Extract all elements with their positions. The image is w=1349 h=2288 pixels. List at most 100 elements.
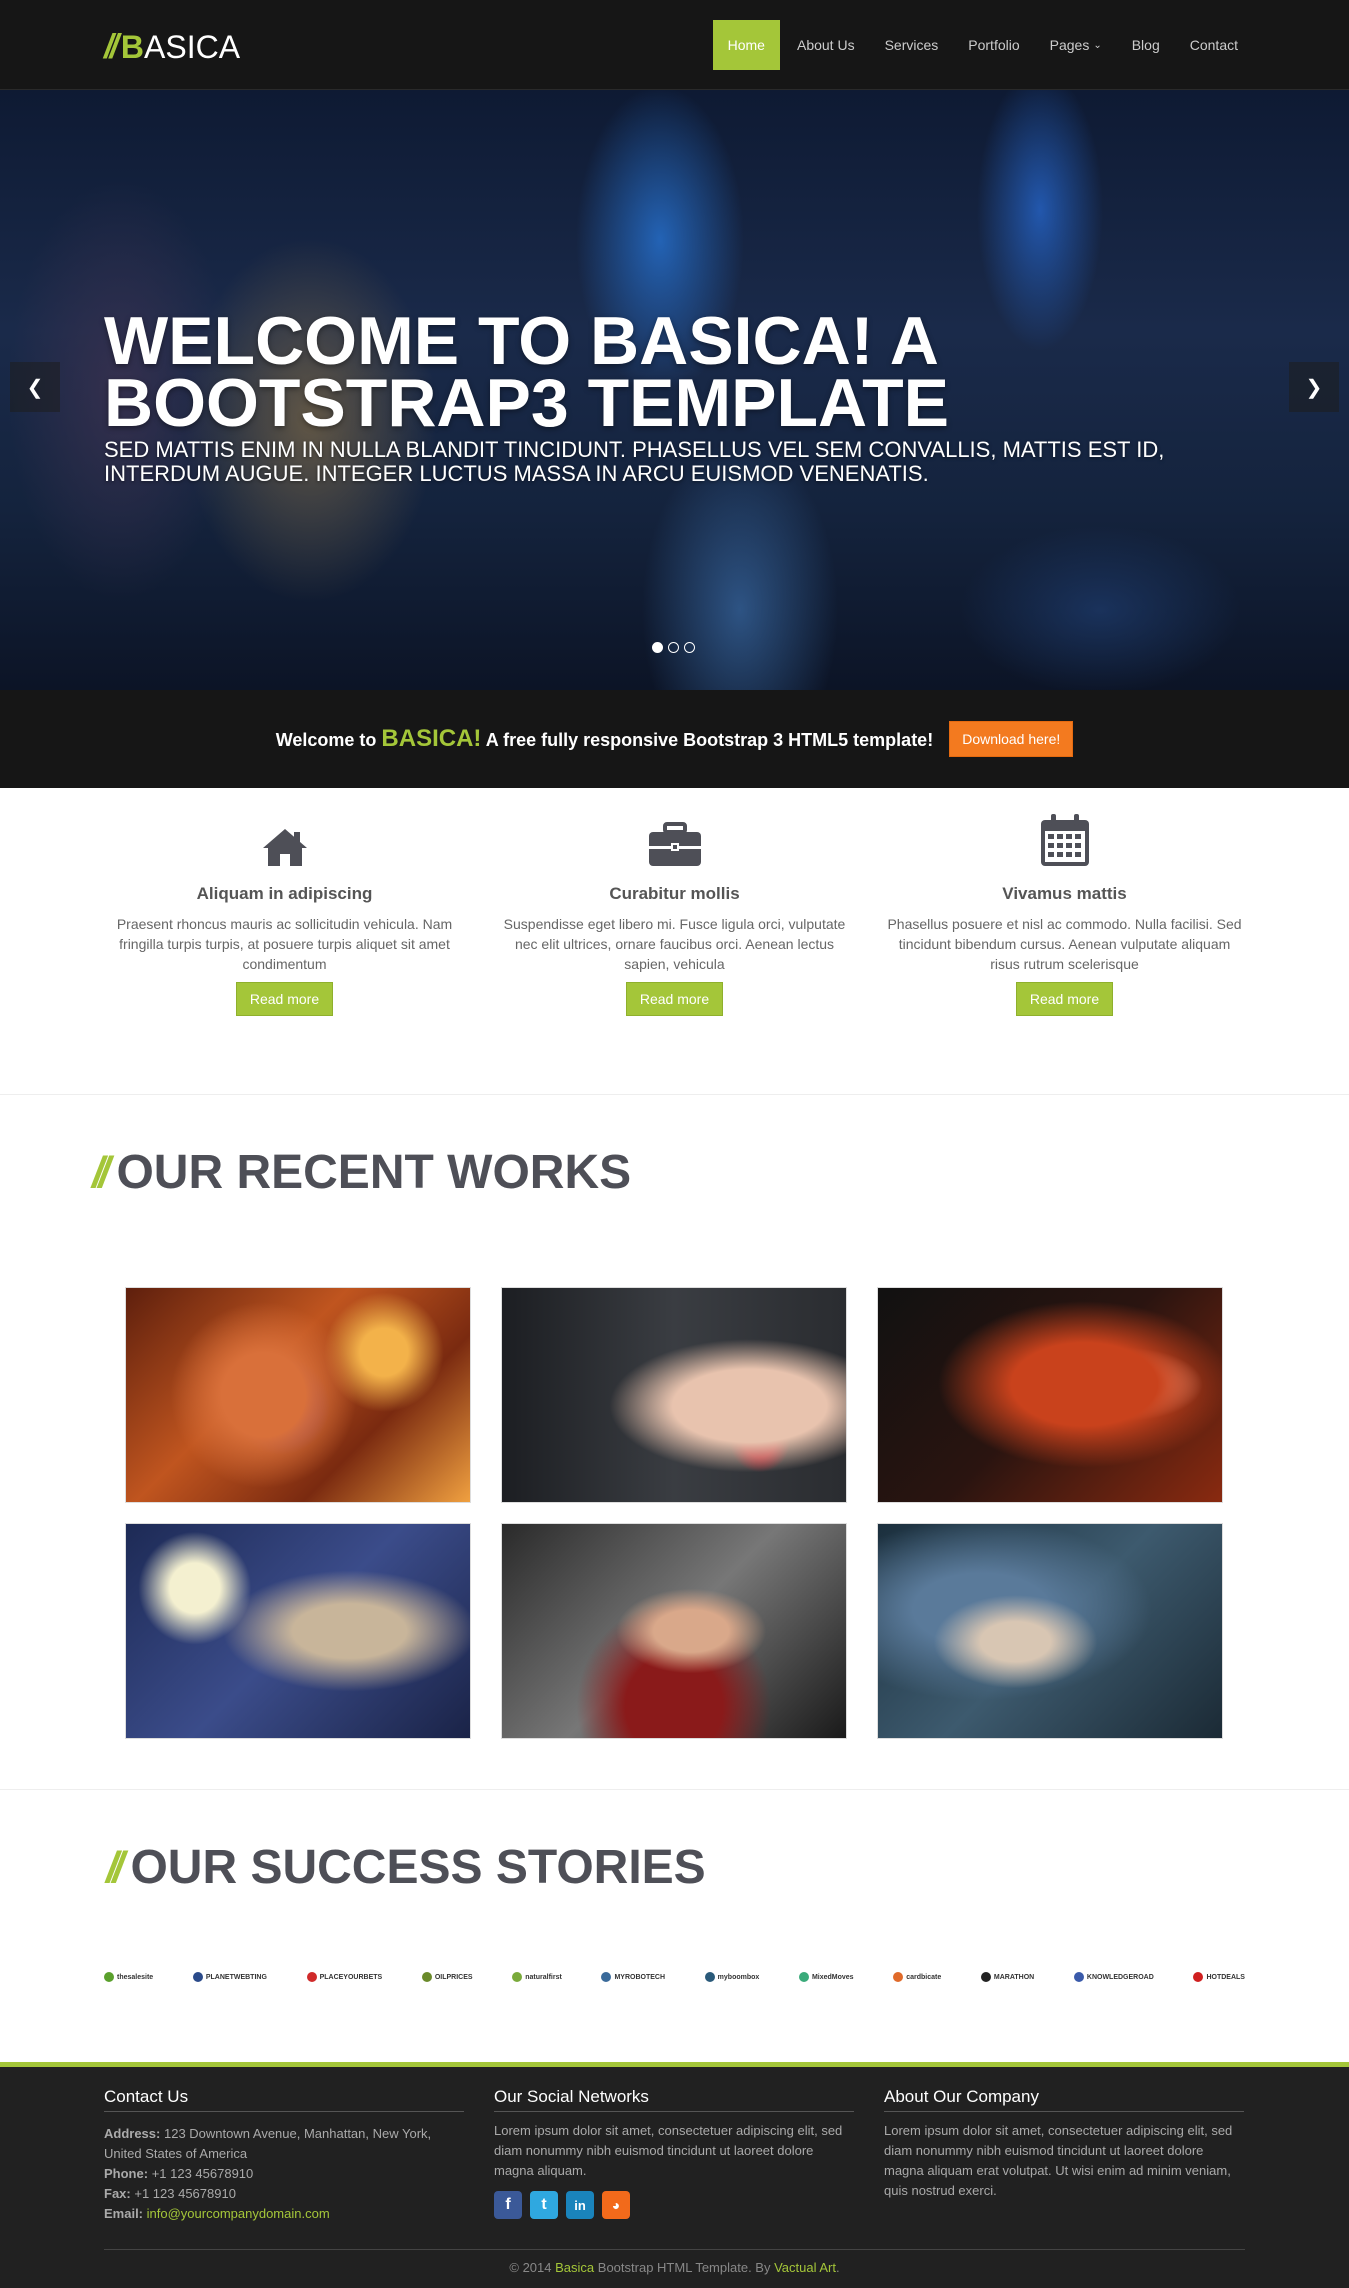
section-heading: // OUR RECENT WORKS (92, 1145, 631, 1200)
linkedin-icon[interactable]: in (566, 2191, 594, 2219)
home-icon (90, 818, 480, 868)
nav-home[interactable]: Home (712, 20, 780, 70)
footer-social: Our Social Networks Lorem ipsum dolor si… (494, 2087, 854, 2219)
feature-text: Suspendisse eget libero mi. Fusce ligula… (503, 916, 846, 972)
feature-text: Praesent rhoncus mauris ac sollicitudin … (116, 916, 453, 972)
success-stories-title: OUR SUCCESS STORIES (130, 1841, 706, 1894)
client-logo[interactable]: thesalesite (104, 1972, 153, 1982)
feature-title: Vivamus mattis (1002, 884, 1127, 903)
feature-title: Aliquam in adipiscing (196, 884, 373, 903)
social-icons: f t in ◕ (494, 2191, 854, 2219)
portfolio-item[interactable] (125, 1523, 471, 1739)
logo-first-letter: B (120, 28, 145, 65)
client-logo[interactable]: MixedMoves (798, 1972, 854, 1982)
slider-next-button[interactable]: ❯ (1289, 362, 1339, 412)
client-logo[interactable]: HOTDEALS (1193, 1972, 1245, 1982)
contact-email: Email: info@yourcompanydomain.com (104, 2206, 330, 2221)
facebook-icon[interactable]: f (494, 2191, 522, 2219)
footer-contact: Contact Us Address: 123 Downtown Avenue,… (104, 2087, 464, 2224)
cta-brand: BASICA! (381, 725, 482, 752)
copyright: © 2014 Basica Bootstrap HTML Template. B… (104, 2249, 1245, 2275)
success-stories-section: // OUR SUCCESS STORIES thesalesite PLANE… (0, 1790, 1349, 2064)
footer-about: About Our Company Lorem ipsum dolor sit … (884, 2087, 1244, 2201)
briefcase-icon (480, 818, 870, 868)
slide-indicator-2[interactable] (668, 642, 679, 653)
chevron-down-icon: ⌄ (1093, 39, 1102, 51)
email-link[interactable]: info@yourcompanydomain.com (147, 2206, 330, 2221)
footer-about-text: Lorem ipsum dolor sit amet, consectetuer… (884, 2123, 1233, 2198)
recent-works-title: OUR RECENT WORKS (116, 1146, 632, 1199)
slide-indicator-1[interactable] (652, 642, 663, 653)
site-logo[interactable]: // B ASICA (104, 27, 241, 66)
hero-subtitle: Sed mattis enim in nulla blandit tincidu… (104, 437, 1165, 486)
cta-post: A free fully responsive Bootstrap 3 HTML… (485, 730, 934, 750)
client-logos: thesalesite PLANETWEBTING PLACEYOURBETS … (104, 1972, 1245, 1982)
copyright-author-link[interactable]: Vactual Art (774, 2260, 836, 2275)
contact-address: Address: 123 Downtown Avenue, Manhattan,… (104, 2126, 432, 2161)
portfolio-item[interactable] (501, 1287, 847, 1503)
slide-indicator-3[interactable] (684, 642, 695, 653)
client-logo[interactable]: PLANETWEBTING (192, 1972, 267, 1982)
client-logo[interactable]: cardbicate (893, 1972, 941, 1982)
hero-title: WELCOME TO BASICA! A BOOTSTRAP3 TEMPLATE (104, 303, 949, 441)
contact-fax: Fax: +1 123 45678910 (104, 2186, 236, 2201)
calendar-icon (870, 814, 1260, 868)
read-more-button[interactable]: Read more (235, 982, 334, 1016)
heading-mark: // (92, 1147, 111, 1197)
nav-pages[interactable]: Pages ⌄ (1035, 20, 1117, 70)
download-button[interactable]: Download here! (949, 721, 1074, 757)
logo-text: ASICA (144, 28, 241, 65)
feature-card: Vivamus mattis Phasellus posuere et nisl… (870, 814, 1260, 1094)
copyright-brand-link[interactable]: Basica (555, 2260, 594, 2275)
read-more-button[interactable]: Read more (625, 982, 724, 1016)
feature-text: Phasellus posuere et nisl ac commodo. Nu… (887, 916, 1242, 972)
nav-contact[interactable]: Contact (1175, 20, 1253, 70)
hero-slider: WELCOME TO BASICA! A BOOTSTRAP3 TEMPLATE… (0, 90, 1349, 690)
chevron-left-icon: ❮ (26, 376, 44, 399)
footer-about-title: About Our Company (884, 2087, 1244, 2112)
slider-indicators (652, 642, 695, 653)
logo-mark: // (104, 27, 119, 66)
read-more-button[interactable]: Read more (1015, 982, 1114, 1016)
contact-phone: Phone: +1 123 45678910 (104, 2166, 254, 2181)
nav-blog[interactable]: Blog (1117, 20, 1175, 70)
client-logo[interactable]: KNOWLEDGEROAD (1073, 1972, 1154, 1982)
nav-portfolio[interactable]: Portfolio (953, 20, 1034, 70)
client-logo[interactable]: myboombox (704, 1972, 759, 1982)
client-logo[interactable]: OILPRICES (421, 1972, 473, 1982)
nav-about-us[interactable]: About Us (782, 20, 870, 70)
twitter-icon[interactable]: t (530, 2191, 558, 2219)
site-footer: Contact Us Address: 123 Downtown Avenue,… (0, 2062, 1349, 2288)
feature-title: Curabitur mollis (609, 884, 740, 903)
portfolio-item[interactable] (877, 1523, 1223, 1739)
client-logo[interactable]: naturalfirst (512, 1972, 562, 1982)
nav-pages-label: Pages (1049, 37, 1090, 53)
portfolio-item[interactable] (125, 1287, 471, 1503)
chevron-right-icon: ❯ (1305, 376, 1323, 399)
top-navbar: // B ASICA Home About Us Services Portfo… (0, 0, 1349, 90)
contact-details: Address: 123 Downtown Avenue, Manhattan,… (104, 2124, 464, 2224)
nav-services[interactable]: Services (870, 20, 954, 70)
features-section: Aliquam in adipiscing Praesent rhoncus m… (0, 788, 1349, 1095)
portfolio-grid (125, 1287, 1223, 1739)
footer-contact-title: Contact Us (104, 2087, 464, 2112)
section-heading: // OUR SUCCESS STORIES (106, 1840, 706, 1895)
recent-works-section: // OUR RECENT WORKS (0, 1095, 1349, 1790)
cta-text: Welcome to BASICA! A free fully responsi… (276, 725, 933, 753)
portfolio-item[interactable] (877, 1287, 1223, 1503)
client-logo[interactable]: MARATHON (980, 1972, 1034, 1982)
heading-mark: // (106, 1842, 125, 1892)
client-logo[interactable]: PLACEYOURBETS (306, 1972, 382, 1982)
main-menu: Home About Us Services Portfolio Pages ⌄ … (712, 20, 1253, 70)
footer-social-text: Lorem ipsum dolor sit amet, consectetuer… (494, 2123, 843, 2178)
footer-social-title: Our Social Networks (494, 2087, 854, 2112)
call-to-action-bar: Welcome to BASICA! A free fully responsi… (0, 690, 1349, 788)
rss-icon[interactable]: ◕ (602, 2191, 630, 2219)
page: // B ASICA Home About Us Services Portfo… (0, 0, 1349, 2288)
cta-pre: Welcome to (275, 730, 377, 750)
client-logo[interactable]: MYROBOTECH (601, 1972, 665, 1982)
feature-card: Aliquam in adipiscing Praesent rhoncus m… (90, 818, 480, 1094)
portfolio-item[interactable] (501, 1523, 847, 1739)
feature-card: Curabitur mollis Suspendisse eget libero… (480, 818, 870, 1094)
slider-prev-button[interactable]: ❮ (10, 362, 60, 412)
